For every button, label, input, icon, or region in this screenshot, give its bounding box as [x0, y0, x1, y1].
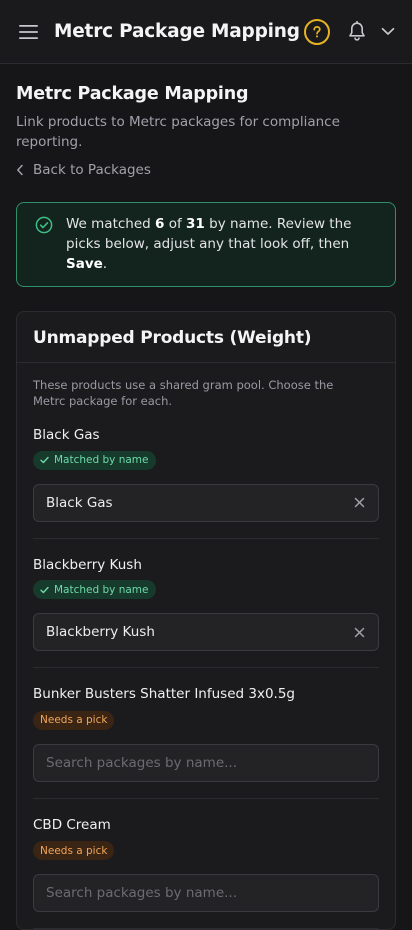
- back-link-label: Back to Packages: [33, 162, 151, 178]
- status-badge: Needs a pick: [33, 710, 115, 730]
- product-name: CBD Cream: [33, 816, 111, 833]
- check-icon: [40, 586, 49, 593]
- alert-prefix: We matched: [66, 216, 156, 232]
- check-circle-icon: [35, 216, 53, 234]
- card-description: These products use a shared gram pool. C…: [33, 378, 334, 408]
- alert-save-word: Save: [66, 256, 103, 272]
- clear-icon[interactable]: [352, 496, 366, 510]
- product-name: Black Gas: [33, 427, 100, 443]
- status-badge-label: Matched by name: [54, 583, 149, 596]
- unmapped-products-card: Unmapped Products (Weight) These product…: [16, 311, 396, 930]
- selected-package: Black Gas: [46, 494, 113, 511]
- check-icon: [40, 456, 49, 464]
- matched-count: 6: [155, 216, 165, 232]
- alert-message: We matched 6 of 31 by name. Review the p…: [66, 214, 381, 274]
- product-row: Black Gas Matched by name Black Gas: [33, 409, 379, 539]
- back-to-packages-link[interactable]: Back to Packages: [16, 162, 396, 178]
- page-title: Metrc Package Mapping: [16, 84, 249, 104]
- bell-icon[interactable]: [346, 21, 368, 43]
- status-badge-label: Needs a pick: [40, 714, 108, 726]
- chevron-down-icon[interactable]: [380, 24, 396, 40]
- package-search-field[interactable]: [33, 743, 379, 782]
- product-row: Blackberry Kush Matched by name Blackber…: [33, 539, 379, 668]
- page-subtitle: Link products to Metrc packages for comp…: [16, 114, 340, 150]
- package-select[interactable]: Black Gas: [33, 483, 379, 522]
- status-badge: Matched by name: [33, 450, 156, 470]
- product-row: Bunker Busters Shatter Infused 3x0.5g Ne…: [33, 668, 379, 799]
- help-circle-icon[interactable]: [304, 18, 330, 45]
- app-title: Metrc Package Mapping: [54, 21, 300, 42]
- status-badge-label: Matched by name: [54, 454, 149, 466]
- selected-package: Blackberry Kush: [46, 624, 155, 640]
- total-count: 31: [186, 216, 205, 232]
- package-select[interactable]: Blackberry Kush: [33, 613, 379, 651]
- card-header: Unmapped Products (Weight): [17, 312, 395, 363]
- chevron-left-icon: [17, 164, 23, 176]
- status-badge: Needs a pick: [33, 841, 115, 860]
- product-name: Bunker Busters Shatter Infused 3x0.5g: [33, 686, 295, 702]
- clear-icon[interactable]: [352, 625, 366, 639]
- product-row: CBD Cream Needs a pick: [33, 799, 379, 929]
- card-title: Unmapped Products (Weight): [33, 328, 312, 348]
- hamburger-menu-icon[interactable]: [18, 21, 40, 43]
- match-summary-alert: We matched 6 of 31 by name. Review the p…: [16, 202, 396, 287]
- card-body: These products use a shared gram pool. C…: [17, 363, 395, 929]
- alert-suffix: .: [102, 256, 108, 272]
- product-name: Blackberry Kush: [33, 556, 142, 573]
- status-badge-label: Needs a pick: [40, 844, 108, 857]
- package-search-input[interactable]: [46, 754, 366, 771]
- package-search-input[interactable]: [46, 885, 366, 901]
- page-content: Metrc Package Mapping Link products to M…: [0, 84, 412, 930]
- package-search-field[interactable]: [33, 874, 379, 912]
- top-app-bar: Metrc Package Mapping: [0, 0, 412, 64]
- alert-of: of: [164, 216, 187, 232]
- status-badge: Matched by name: [33, 580, 156, 599]
